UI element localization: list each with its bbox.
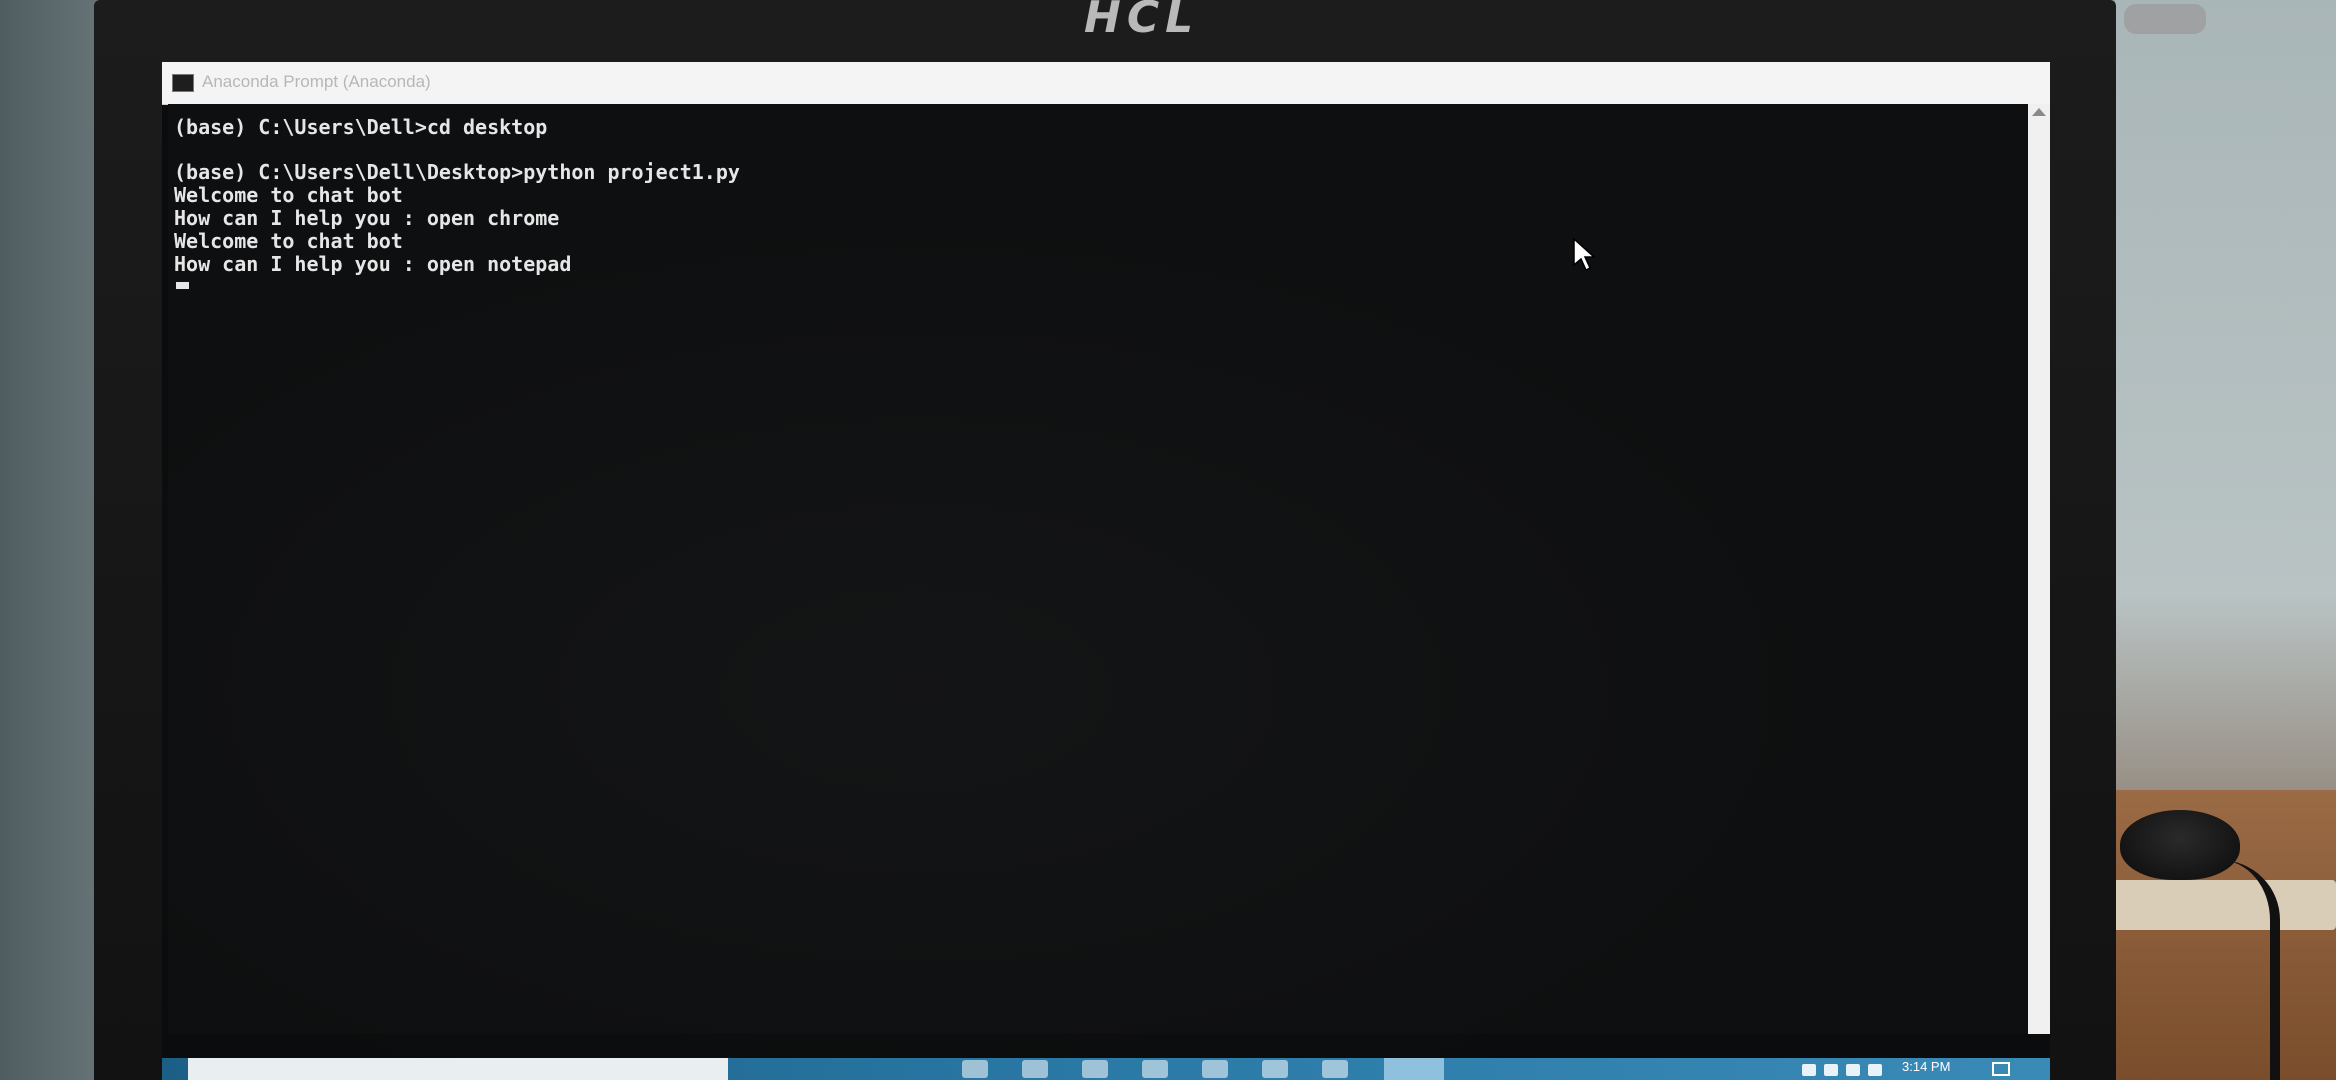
scroll-up-arrow-icon[interactable] — [2032, 108, 2046, 116]
console-line: (base) C:\Users\Dell\Desktop>python proj… — [174, 160, 740, 184]
mouse-pointer-icon — [1573, 237, 1596, 272]
volume-icon[interactable] — [1846, 1064, 1860, 1076]
console-line: (base) C:\Users\Dell>cd desktop — [174, 115, 548, 139]
console-line: Welcome to chat bot — [174, 183, 403, 207]
console-scrollbar[interactable] — [2028, 104, 2050, 1034]
mail-icon[interactable] — [1142, 1060, 1168, 1078]
terminal-taskbar-button[interactable] — [1384, 1058, 1444, 1080]
file-explorer-icon[interactable] — [962, 1060, 988, 1078]
chevron-up-icon[interactable] — [1802, 1064, 1816, 1076]
background-cable — [2210, 860, 2280, 1080]
network-icon[interactable] — [1824, 1064, 1838, 1076]
screen: Anaconda Prompt (Anaconda) (base) C:\Use… — [162, 62, 2050, 1080]
store-icon[interactable] — [1082, 1060, 1108, 1078]
window-title: Anaconda Prompt (Anaconda) — [202, 72, 431, 91]
window-titlebar[interactable]: Anaconda Prompt (Anaconda) — [162, 62, 2050, 105]
settings-icon[interactable] — [1262, 1060, 1288, 1078]
text-cursor — [176, 282, 189, 289]
battery-icon[interactable] — [1868, 1064, 1882, 1076]
search-box[interactable] — [188, 1058, 728, 1080]
console-icon — [172, 74, 194, 92]
system-tray — [1802, 1060, 1882, 1080]
photos-icon[interactable] — [1202, 1060, 1228, 1078]
console-line: Welcome to chat bot — [174, 229, 403, 253]
notification-icon[interactable] — [1992, 1062, 2010, 1076]
monitor-brand-logo: HCL — [1084, 0, 1200, 43]
console-output[interactable]: (base) C:\Users\Dell>cd desktop (base) C… — [168, 104, 2028, 1034]
taskbar: 3:14 PM — [162, 1058, 2050, 1080]
browser-icon[interactable] — [1322, 1060, 1348, 1078]
console-line: How can I help you : open notepad — [174, 252, 572, 276]
monitor-power-indicator — [2124, 4, 2206, 34]
chrome-icon[interactable] — [1022, 1060, 1048, 1078]
taskbar-clock[interactable]: 3:14 PM — [1902, 1059, 1950, 1074]
console-line: How can I help you : open chrome — [174, 206, 560, 230]
